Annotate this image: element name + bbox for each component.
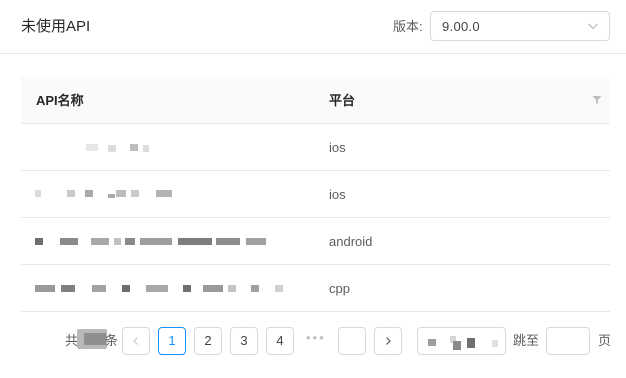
page-2-button[interactable]: 2 [194,327,222,355]
chevron-left-icon [133,337,138,345]
page-3-button[interactable]: 3 [230,327,258,355]
pagination: 共 条 1 2 3 4 ••• 跳至 页 [0,326,626,356]
table-row[interactable]: ios [21,171,610,218]
page-ellipsis[interactable]: ••• [306,330,326,345]
version-label: 版本: [393,19,423,34]
page-title: 未使用API [21,18,91,35]
platform-cell: ios [329,140,346,155]
platform-cell: ios [329,187,346,202]
redacted-api-name [21,218,301,265]
filter-icon[interactable] [592,95,602,105]
jump-page-input[interactable] [546,327,590,355]
page-size-select[interactable] [417,327,506,355]
redacted-api-name [21,124,301,171]
unused-api-table: API名称 平台 ios ios android cpp [21,77,610,312]
column-header-platform: 平台 [329,93,356,108]
jump-label: 跳至 [513,333,540,348]
platform-cell: cpp [329,281,350,296]
page-1-button[interactable]: 1 [158,327,186,355]
chevron-right-icon [386,337,391,345]
platform-cell: android [329,234,373,249]
prev-page-button[interactable] [122,327,150,355]
redacted-api-name [21,265,301,312]
table-header: API名称 平台 [21,77,610,124]
redacted-api-name [21,171,301,218]
table-row[interactable]: ios [21,124,610,171]
version-select[interactable]: 9.00.0 [430,11,610,41]
redacted-total-count-inner [84,333,106,345]
version-value: 9.00.0 [442,19,480,34]
next-page-button[interactable] [374,327,402,355]
column-header-api-name: API名称 [36,93,84,108]
last-page-button[interactable] [338,327,366,355]
total-suffix: 条 [105,333,119,348]
page-suffix-label: 页 [598,333,612,348]
chevron-down-icon [588,23,598,30]
table-row[interactable]: cpp [21,265,610,312]
table-row[interactable]: android [21,218,610,265]
page-header: 未使用API 版本: 9.00.0 [0,0,626,54]
page-4-button[interactable]: 4 [266,327,294,355]
